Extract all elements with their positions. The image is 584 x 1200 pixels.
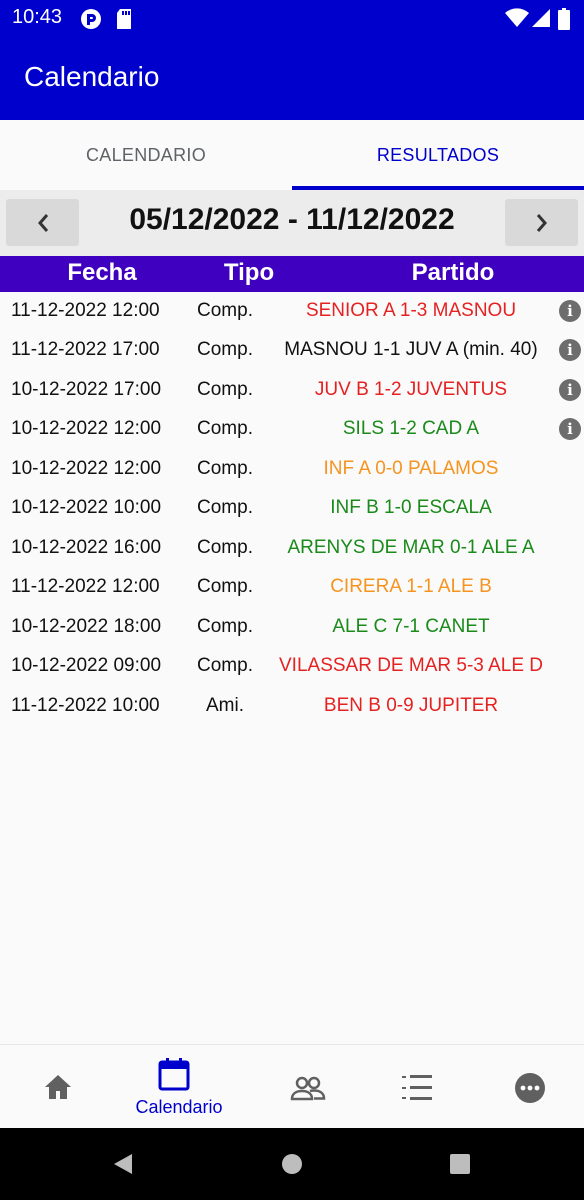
next-week-button[interactable] (505, 199, 578, 246)
column-header-partido: Partido (411, 259, 495, 286)
results-table-header: Fecha Tipo Partido (0, 256, 584, 292)
nav-item-teams[interactable] (250, 1045, 366, 1129)
match-date: 10-12-2022 09:00 (11, 655, 162, 676)
table-row[interactable]: 11-12-2022 12:00 Comp. CIRERA 1-1 ALE B (0, 568, 584, 607)
match-result: CIRERA 1-1 ALE B (330, 576, 492, 597)
match-result: INF A 0-0 PALAMOS (323, 458, 499, 479)
week-range-label: 05/12/2022 - 11/12/2022 (129, 203, 455, 236)
table-row[interactable]: 10-12-2022 16:00 Comp. ARENYS DE MAR 0-1… (0, 529, 584, 568)
match-type: Comp. (197, 339, 253, 360)
match-result: ALE C 7-1 CANET (332, 616, 490, 637)
week-selector: 05/12/2022 - 11/12/2022 (0, 190, 584, 256)
match-type: Comp. (197, 300, 253, 321)
match-type: Comp. (197, 537, 253, 558)
info-icon[interactable]: i (559, 339, 581, 361)
people-icon (250, 1075, 366, 1101)
ranking-list-icon (360, 1075, 476, 1101)
calendar-icon (116, 1057, 232, 1091)
table-row[interactable]: 10-12-2022 09:00 Comp. VILASSAR DE MAR 5… (0, 647, 584, 686)
match-date: 10-12-2022 12:00 (11, 418, 162, 439)
previous-week-button[interactable] (6, 199, 79, 246)
match-result: ARENYS DE MAR 0-1 ALE A (287, 537, 535, 558)
sd-card-icon (115, 8, 133, 35)
match-type: Comp. (197, 655, 253, 676)
table-row[interactable]: 11-12-2022 17:00 Comp. MASNOU 1-1 JUV A … (0, 331, 584, 370)
system-navigation-bar (0, 1128, 584, 1200)
notification-app-icon (80, 8, 102, 35)
tab-resultados[interactable]: RESULTADOS (292, 120, 584, 190)
nav-item-more[interactable] (472, 1045, 584, 1129)
nav-item-classification[interactable] (360, 1045, 476, 1129)
info-icon[interactable]: i (559, 418, 581, 440)
table-row[interactable]: 10-12-2022 12:00 Comp. SILS 1-2 CAD A i (0, 410, 584, 449)
table-row[interactable]: 10-12-2022 12:00 Comp. INF A 0-0 PALAMOS (0, 450, 584, 489)
match-result: SENIOR A 1-3 MASNOU (305, 300, 517, 321)
table-row[interactable]: 11-12-2022 12:00 Comp. SENIOR A 1-3 MASN… (0, 292, 584, 331)
bottom-navigation: Calendario (0, 1044, 584, 1128)
status-time: 10:43 (12, 6, 63, 28)
back-icon[interactable] (110, 1152, 134, 1181)
match-result: BEN B 0-9 JUPITER (323, 695, 499, 716)
table-row[interactable]: 10-12-2022 18:00 Comp. ALE C 7-1 CANET (0, 608, 584, 647)
match-result: SILS 1-2 CAD A (342, 418, 480, 439)
match-date: 10-12-2022 10:00 (11, 497, 162, 518)
match-type: Comp. (197, 379, 253, 400)
match-type: Comp. (197, 458, 253, 479)
status-bar: 10:43 (0, 0, 584, 36)
wifi-icon (505, 8, 529, 33)
match-type: Comp. (197, 497, 253, 518)
app-title: Calendario (24, 61, 160, 92)
match-date: 11-12-2022 12:00 (11, 576, 160, 597)
battery-icon (558, 8, 570, 35)
home-icon (0, 1073, 116, 1101)
match-date: 10-12-2022 18:00 (11, 616, 162, 637)
match-type: Ami. (206, 695, 244, 716)
nav-item-home[interactable] (0, 1045, 116, 1129)
more-icon (472, 1072, 584, 1104)
tab-calendario[interactable]: CALENDARIO (0, 120, 292, 190)
match-result: VILASSAR DE MAR 5-3 ALE D (279, 655, 543, 676)
home-button-icon[interactable] (281, 1153, 303, 1180)
match-result: MASNOU 1-1 JUV A (min. 40) (284, 339, 538, 360)
chevron-right-icon (536, 213, 547, 232)
column-header-fecha: Fecha (67, 259, 137, 286)
tab-bar: CALENDARIO RESULTADOS (0, 120, 584, 190)
app-bar: Calendario (0, 36, 584, 120)
recents-icon[interactable] (449, 1153, 471, 1180)
match-type: Comp. (197, 418, 253, 439)
table-row[interactable]: 11-12-2022 10:00 Ami. BEN B 0-9 JUPITER (0, 687, 584, 726)
match-result: INF B 1-0 ESCALA (330, 497, 492, 518)
match-type: Comp. (197, 576, 253, 597)
chevron-left-icon (37, 213, 48, 232)
table-row[interactable]: 10-12-2022 17:00 Comp. JUV B 1-2 JUVENTU… (0, 371, 584, 410)
match-date: 10-12-2022 16:00 (11, 537, 162, 558)
match-date: 10-12-2022 17:00 (11, 379, 162, 400)
signal-icon (531, 8, 551, 33)
match-date: 11-12-2022 10:00 (11, 695, 160, 716)
match-type: Comp. (197, 616, 253, 637)
match-date: 11-12-2022 12:00 (11, 300, 160, 321)
match-date: 10-12-2022 12:00 (11, 458, 162, 479)
match-result: JUV B 1-2 JUVENTUS (314, 379, 508, 400)
match-date: 11-12-2022 17:00 (11, 339, 160, 360)
table-row[interactable]: 10-12-2022 10:00 Comp. INF B 1-0 ESCALA (0, 489, 584, 528)
info-icon[interactable]: i (559, 379, 581, 401)
nav-label-calendario: Calendario (135, 1097, 223, 1117)
info-icon[interactable]: i (559, 300, 581, 322)
nav-item-calendario[interactable]: Calendario (116, 1045, 232, 1129)
